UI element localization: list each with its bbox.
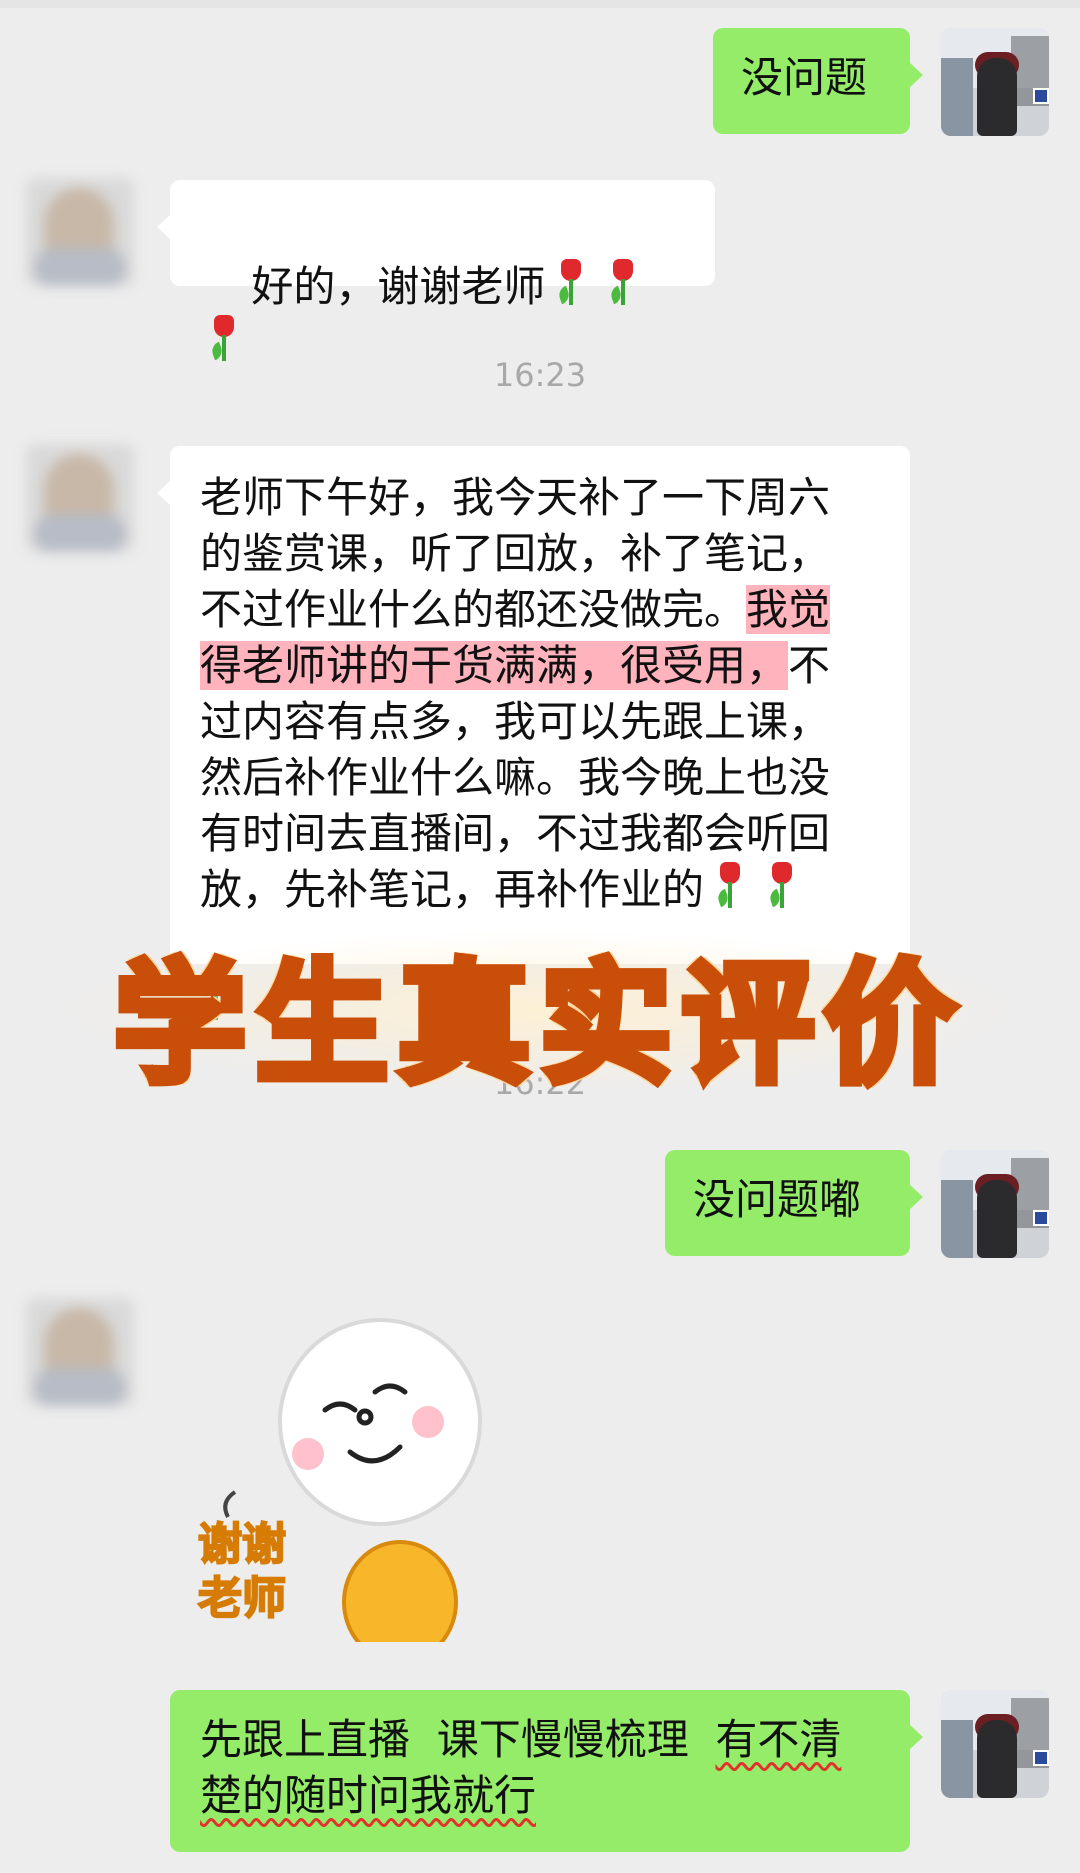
tulip-icon (766, 862, 798, 910)
my-avatar[interactable] (941, 1690, 1049, 1798)
message-text: 没问题嘟 (693, 1175, 862, 1224)
bubble-tail (909, 62, 923, 88)
bubble-tail (157, 214, 171, 240)
message-bubble-outgoing[interactable]: 先跟上直播 课下慢慢梳理 有不清 楚的随时问我就行 (170, 1690, 923, 1852)
bubble-tail (157, 480, 171, 506)
tulip-icon (607, 259, 639, 307)
my-avatar[interactable] (941, 28, 1049, 136)
overlay-title: 学生真实评价 (110, 944, 966, 1106)
tulip-icon (714, 862, 746, 910)
message-text: 先跟上直播 课下慢慢梳理 有不清 楚的随时问我就行 (200, 1715, 842, 1820)
top-divider (0, 0, 1080, 8)
my-avatar[interactable] (941, 1150, 1049, 1258)
bubble-tail (909, 1184, 923, 1210)
message-bubble-outgoing[interactable]: 没问题嘟 (665, 1150, 923, 1256)
message-bubble-outgoing[interactable]: 没问题 (713, 28, 923, 134)
bubble-tail (909, 1724, 923, 1750)
message-text: 好的，谢谢老师 (251, 262, 546, 311)
contact-avatar[interactable] (26, 1298, 134, 1406)
tulip-icon (555, 259, 587, 307)
message-text: 没问题 (741, 53, 868, 102)
message-bubble-incoming[interactable]: 老师下午好，我今天补了一下周六 的鉴赏课，听了回放，补了笔记， 不过作业什么的都… (157, 446, 910, 1020)
timestamp: 16:23 (493, 356, 587, 394)
contact-avatar[interactable] (26, 178, 134, 286)
message-bubble-incoming[interactable]: 好的，谢谢老师 (157, 180, 715, 361)
contact-avatar[interactable] (26, 444, 134, 552)
sticker-caption: 谢谢 老师 (197, 1518, 287, 1625)
